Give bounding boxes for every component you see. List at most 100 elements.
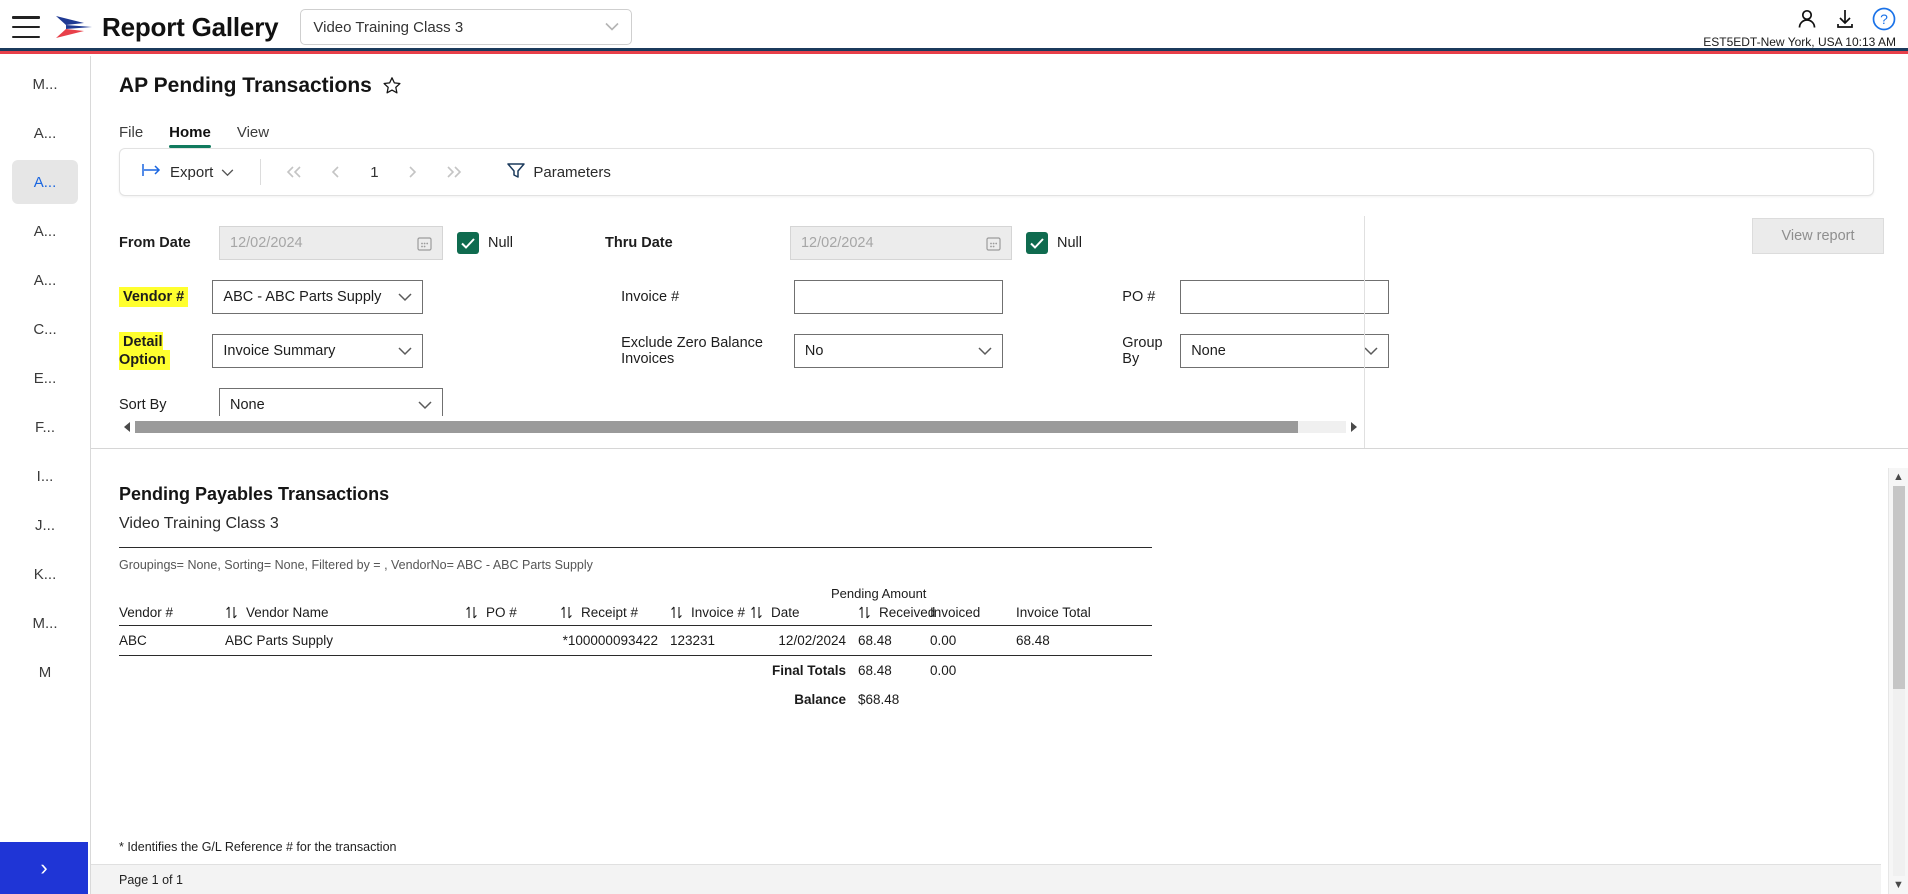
sidebar-item-5[interactable]: C... <box>12 307 78 351</box>
from-date-null-checkbox[interactable] <box>457 232 479 254</box>
thru-date-value: 12/02/2024 <box>801 235 874 251</box>
current-page-number[interactable]: 1 <box>367 164 381 181</box>
thru-date-null-label: Null <box>1057 235 1082 251</box>
parameter-row-detail-option: Detail Option Invoice Summary Exclude Ze… <box>119 324 1389 378</box>
sidebar-item-7[interactable]: F... <box>12 405 78 449</box>
column-header-vendor-no[interactable]: Vendor # <box>119 605 225 620</box>
report-panel: AP Pending Transactions File Home View E… <box>90 56 1908 894</box>
vendor-no-label: Vendor # <box>119 287 188 307</box>
svg-text:?: ? <box>1880 11 1888 27</box>
detail-option-select[interactable]: Invoice Summary <box>212 334 423 368</box>
thru-date-null-checkbox[interactable] <box>1026 232 1048 254</box>
thru-date-label: Thru Date <box>605 235 790 251</box>
first-page-icon[interactable] <box>285 165 303 179</box>
scroll-left-icon[interactable] <box>119 421 135 433</box>
sidebar-item-8[interactable]: I... <box>12 454 78 498</box>
column-header-date[interactable]: Date <box>750 605 846 620</box>
previous-page-icon[interactable] <box>329 165 341 179</box>
last-page-icon[interactable] <box>445 165 463 179</box>
sidebar-item-6[interactable]: E... <box>12 356 78 400</box>
column-header-vendor-name[interactable]: Vendor Name <box>225 605 465 620</box>
final-totals-row: Final Totals 68.48 0.00 <box>119 656 1152 685</box>
parameter-row-dates: From Date 12/02/2024 Null Thru Date <box>119 216 1389 270</box>
scroll-thumb[interactable] <box>135 421 1298 433</box>
vendor-no-select[interactable]: ABC - ABC Parts Supply <box>212 280 423 314</box>
sidebar-item-label: F... <box>35 419 55 436</box>
column-header-label: Invoice # <box>691 605 745 620</box>
scroll-down-icon[interactable]: ▼ <box>1893 876 1904 894</box>
sidebar-expand-button[interactable]: › <box>0 842 88 894</box>
sort-toggle-icon[interactable] <box>670 605 683 620</box>
tab-file[interactable]: File <box>119 124 143 148</box>
star-outline-icon[interactable] <box>382 76 402 96</box>
scroll-track[interactable] <box>1893 486 1905 876</box>
sidebar-item-3[interactable]: A... <box>12 209 78 253</box>
class-selector[interactable]: Video Training Class 3 <box>300 9 632 45</box>
column-header-receipt-no[interactable]: Receipt # <box>560 605 658 620</box>
chevron-right-icon: › <box>40 855 47 881</box>
parameters-horizontal-scrollbar[interactable] <box>119 416 1362 438</box>
sidebar-item-0[interactable]: M... <box>12 62 78 106</box>
sidebar-item-label: I... <box>37 468 54 485</box>
column-header-invoiced[interactable]: Invoiced <box>930 605 1016 620</box>
scroll-right-icon[interactable] <box>1346 421 1362 433</box>
sidebar-item-label: K... <box>34 566 57 583</box>
download-icon[interactable] <box>1834 8 1856 30</box>
sidebar-item-1[interactable]: A... <box>12 111 78 155</box>
tab-home[interactable]: Home <box>169 124 211 148</box>
chevron-down-icon <box>418 401 432 410</box>
next-page-icon[interactable] <box>407 165 419 179</box>
final-totals-label: Final Totals <box>750 663 846 678</box>
column-header-invoice-total[interactable]: Invoice Total <box>1016 605 1100 620</box>
scroll-track[interactable] <box>135 421 1346 433</box>
sort-toggle-icon[interactable] <box>560 605 573 620</box>
sidebar-item-label: E... <box>34 370 57 387</box>
sort-toggle-icon[interactable] <box>750 605 763 620</box>
column-header-invoice-no[interactable]: Invoice # <box>658 605 750 620</box>
column-header-label: Date <box>771 605 800 620</box>
parameters-button[interactable]: Parameters <box>495 156 623 189</box>
parameters-vertical-divider <box>1364 216 1365 448</box>
sort-toggle-icon[interactable] <box>465 605 478 620</box>
sidebar-item-label: C... <box>33 321 56 338</box>
balance-value: $68.48 <box>846 692 930 707</box>
ribbon-tab-strip: File Home View <box>119 116 1908 148</box>
scroll-thumb[interactable] <box>1893 486 1905 689</box>
balance-row: Balance $68.48 <box>119 685 1152 714</box>
parameters-grid: From Date 12/02/2024 Null Thru Date <box>119 216 1389 432</box>
exclude-zero-balance-select[interactable]: No <box>794 334 1003 368</box>
column-header-po-no[interactable]: PO # <box>465 605 560 620</box>
user-icon[interactable] <box>1796 8 1818 30</box>
top-rule-red <box>0 51 1908 54</box>
export-button[interactable]: Export <box>130 157 246 187</box>
parameter-row-vendor: Vendor # ABC - ABC Parts Supply Invoice … <box>119 270 1389 324</box>
sidebar-item-10[interactable]: K... <box>12 552 78 596</box>
sort-by-value: None <box>230 397 265 413</box>
calendar-icon[interactable] <box>417 236 432 251</box>
sidebar-item-12[interactable]: M <box>12 650 78 694</box>
ribbon-toolbar: Export 1 Parameters <box>119 148 1874 196</box>
filter-funnel-icon <box>507 162 525 183</box>
sidebar-item-11[interactable]: M... <box>12 601 78 645</box>
help-icon[interactable]: ? <box>1872 7 1896 31</box>
calendar-icon[interactable] <box>986 236 1001 251</box>
sidebar-item-4[interactable]: A... <box>12 258 78 302</box>
table-row[interactable]: ABC ABC Parts Supply *100000093422 12323… <box>119 626 1152 656</box>
tab-view[interactable]: View <box>237 124 269 148</box>
group-by-select[interactable]: None <box>1180 334 1389 368</box>
sidebar-item-9[interactable]: J... <box>12 503 78 547</box>
sort-toggle-icon[interactable] <box>858 605 871 620</box>
hamburger-menu-icon[interactable] <box>12 16 40 38</box>
scroll-up-icon[interactable]: ▲ <box>1893 468 1904 486</box>
report-vertical-scrollbar[interactable]: ▲ ▼ <box>1888 468 1908 894</box>
sidebar-item-2[interactable]: A... <box>12 160 78 204</box>
po-no-input[interactable] <box>1180 280 1389 314</box>
from-date-input[interactable]: 12/02/2024 <box>219 226 443 260</box>
view-report-button[interactable]: View report <box>1752 218 1884 254</box>
column-header-received[interactable]: Received <box>846 605 930 620</box>
sort-toggle-icon[interactable] <box>225 605 238 620</box>
from-date-label: From Date <box>119 235 219 251</box>
thru-date-input[interactable]: 12/02/2024 <box>790 226 1012 260</box>
parameters-label: Parameters <box>533 164 611 181</box>
invoice-no-input[interactable] <box>794 280 1003 314</box>
